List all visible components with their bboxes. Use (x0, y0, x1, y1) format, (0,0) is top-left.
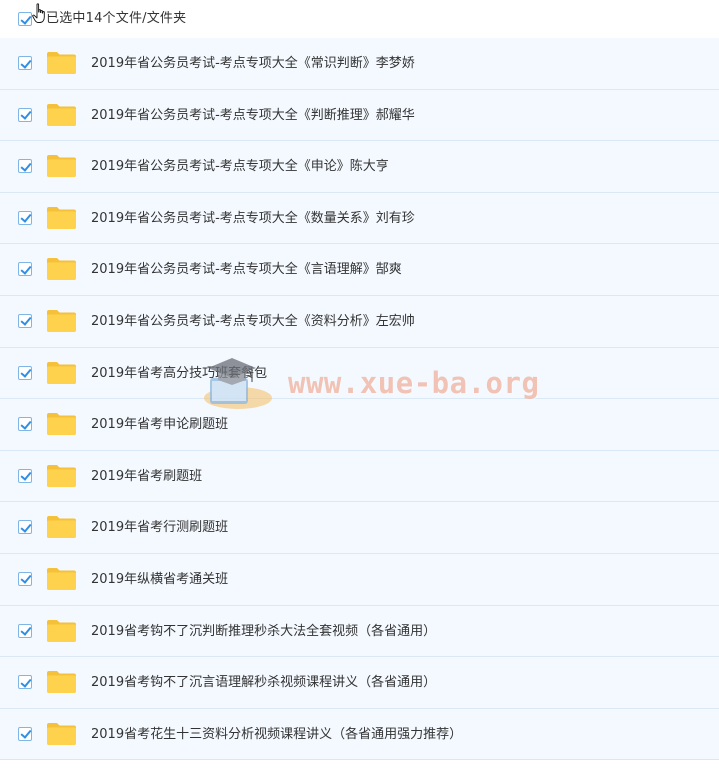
folder-icon (47, 671, 76, 694)
folder-icon (47, 516, 76, 539)
file-row[interactable]: 2019年省公务员考试-考点专项大全《常识判断》李梦娇 (0, 38, 719, 90)
folder-icon (47, 103, 76, 126)
folder-icon (47, 413, 76, 436)
file-list-page: 已选中14个文件/文件夹 2019年省公务员考试-考点专项大全《常识判断》李梦娇… (0, 0, 719, 774)
selection-count-label: 已选中14个文件/文件夹 (46, 11, 187, 26)
file-name[interactable]: 2019年省考行测刷题班 (91, 518, 228, 538)
file-checkbox[interactable] (18, 262, 32, 277)
file-name[interactable]: 2019年省公务员考试-考点专项大全《数量关系》刘有珍 (91, 209, 415, 229)
file-name[interactable]: 2019省考钩不了沉言语理解秒杀视频课程讲义（各省通用） (91, 673, 436, 693)
file-checkbox[interactable] (18, 56, 32, 70)
file-checkbox[interactable] (18, 107, 32, 122)
folder-icon (47, 567, 76, 590)
file-name[interactable]: 2019年纵横省考通关班 (91, 570, 228, 590)
file-checkbox[interactable] (18, 571, 32, 586)
file-name[interactable]: 2019年省公务员考试-考点专项大全《常识判断》李梦娇 (91, 54, 415, 74)
file-name[interactable]: 2019省考钩不了沉判断推理秒杀大法全套视频（各省通用） (91, 622, 436, 642)
file-checkbox[interactable] (18, 417, 32, 432)
file-name[interactable]: 2019年省公务员考试-考点专项大全《申论》陈大亨 (91, 157, 389, 177)
file-row[interactable]: 2019省考钩不了沉判断推理秒杀大法全套视频（各省通用） (0, 605, 719, 658)
selection-header: 已选中14个文件/文件夹 (0, 0, 719, 38)
file-row[interactable]: 2019年省公务员考试-考点专项大全《数量关系》刘有珍 (0, 192, 719, 245)
file-name[interactable]: 2019年省公务员考试-考点专项大全《言语理解》郜爽 (91, 260, 402, 280)
folder-icon (47, 52, 76, 74)
hand-cursor-icon (32, 3, 45, 23)
file-row[interactable]: 2019年省考刷题班 (0, 450, 719, 503)
file-row[interactable]: 2019年省公务员考试-考点专项大全《申论》陈大亨 (0, 141, 719, 193)
folder-icon (47, 361, 76, 384)
file-checkbox[interactable] (18, 675, 32, 690)
file-name[interactable]: 2019省考花生十三资料分析视频课程讲义（各省通用强力推荐） (91, 725, 462, 745)
folder-icon (47, 206, 76, 229)
file-checkbox[interactable] (18, 468, 32, 483)
file-checkbox[interactable] (18, 726, 32, 741)
file-checkbox[interactable] (18, 365, 32, 380)
file-row[interactable]: 2019省考花生十三资料分析视频课程讲义（各省通用强力推荐） (0, 708, 719, 761)
folder-icon (47, 309, 76, 332)
file-row[interactable]: 2019年省公务员考试-考点专项大全《言语理解》郜爽 (0, 244, 719, 296)
file-name[interactable]: 2019年省公务员考试-考点专项大全《资料分析》左宏帅 (91, 312, 415, 332)
folder-icon (47, 155, 76, 178)
file-checkbox[interactable] (18, 210, 32, 225)
file-row[interactable]: 2019年省考申论刷题班 (0, 399, 719, 451)
select-all-checkbox[interactable] (18, 12, 32, 26)
file-checkbox[interactable] (18, 159, 32, 174)
file-name[interactable]: 2019年省公务员考试-考点专项大全《判断推理》郝耀华 (91, 106, 415, 126)
file-row[interactable]: 2019省考钩不了沉言语理解秒杀视频课程讲义（各省通用） (0, 657, 719, 709)
file-checkbox[interactable] (18, 313, 32, 328)
file-row[interactable]: 2019年省考行测刷题班 (0, 502, 719, 554)
folder-icon (47, 619, 76, 642)
file-list: 2019年省公务员考试-考点专项大全《常识判断》李梦娇 2019年省公务员考试-考… (0, 38, 719, 761)
folder-icon (47, 258, 76, 281)
file-name[interactable]: 2019年省考高分技巧班套餐包 (91, 364, 267, 384)
file-row[interactable]: 2019年省考高分技巧班套餐包 (0, 347, 719, 400)
file-checkbox[interactable] (18, 623, 32, 638)
file-row[interactable]: 2019年纵横省考通关班 (0, 553, 719, 606)
folder-icon (47, 722, 76, 745)
file-row[interactable]: 2019年省公务员考试-考点专项大全《判断推理》郝耀华 (0, 89, 719, 142)
file-checkbox[interactable] (18, 520, 32, 535)
file-row[interactable]: 2019年省公务员考试-考点专项大全《资料分析》左宏帅 (0, 295, 719, 348)
folder-icon (47, 464, 76, 487)
file-name[interactable]: 2019年省考申论刷题班 (91, 415, 228, 435)
file-name[interactable]: 2019年省考刷题班 (91, 467, 202, 487)
